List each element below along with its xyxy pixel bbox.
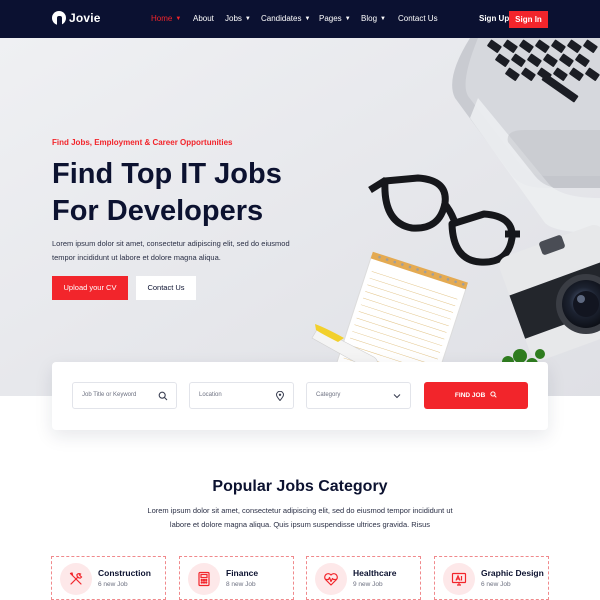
search-icon xyxy=(490,391,497,398)
find-job-button[interactable]: FIND JOB xyxy=(424,382,528,409)
category-card-graphic-design[interactable]: Graphic Design 6 new Job xyxy=(434,556,549,600)
category-count: 6 new Job xyxy=(98,581,128,588)
location-input[interactable]: Location xyxy=(189,382,294,409)
navbar: Jovie Home ▼ About Jobs ▼ Candidates ▼ Page… xyxy=(0,0,600,38)
nav-label: Blog xyxy=(361,14,378,23)
chevron-down-icon: ▼ xyxy=(244,16,251,22)
location-pin-icon xyxy=(275,391,285,401)
nav-label: Home xyxy=(151,14,173,23)
nav-label: About xyxy=(193,14,214,23)
keyword-placeholder: Job Title or Keyword xyxy=(82,392,137,398)
nav-item-contact[interactable]: Contact Us xyxy=(398,14,438,24)
category-count: 9 new Job xyxy=(353,581,383,588)
brand-logo[interactable]: Jovie xyxy=(52,11,101,25)
category-count: 8 new Job xyxy=(226,581,256,588)
hero-headline-line1: Find Top IT Jobs xyxy=(52,158,282,190)
hero-eyebrow: Find Jobs, Employment & Career Opportuni… xyxy=(52,138,233,147)
nav-label: Jobs xyxy=(225,14,242,23)
logo-icon xyxy=(52,11,66,25)
category-name: Finance xyxy=(226,568,259,578)
heart-pulse-icon xyxy=(324,573,338,586)
chevron-down-icon: ▼ xyxy=(304,16,311,22)
category-icon-badge xyxy=(443,563,475,595)
section-description: Lorem ipsum dolor sit amet, consectetur … xyxy=(147,506,453,529)
hero-headline-line2: For Developers xyxy=(52,195,264,227)
category-card-finance[interactable]: Finance 8 new Job xyxy=(179,556,294,600)
job-search-bar: Job Title or Keyword Location Category F… xyxy=(52,362,548,430)
category-card-construction[interactable]: Construction 6 new Job xyxy=(51,556,166,600)
category-name: Healthcare xyxy=(353,568,397,578)
nav-item-candidates[interactable]: Candidates ▼ xyxy=(261,14,310,24)
upload-cv-button[interactable]: Upload your CV xyxy=(52,276,128,300)
sign-in-button[interactable]: Sign In xyxy=(509,11,548,28)
category-card-healthcare[interactable]: Healthcare 9 new Job xyxy=(306,556,421,600)
location-placeholder: Location xyxy=(199,392,222,398)
nav-item-blog[interactable]: Blog ▼ xyxy=(361,14,386,24)
chevron-down-icon: ▼ xyxy=(175,16,182,22)
hero-headline: Find Top IT Jobs For Developers xyxy=(52,156,282,230)
sign-up-link[interactable]: Sign Up xyxy=(479,14,509,23)
nav-label: Candidates xyxy=(261,14,302,23)
chevron-down-icon: ▼ xyxy=(380,16,386,22)
design-monitor-icon xyxy=(451,572,467,586)
tools-icon xyxy=(69,572,83,585)
section-title: Popular Jobs Category xyxy=(212,478,388,495)
hero-description: Lorem ipsum dolor sit amet, consectetur … xyxy=(52,239,290,262)
chevron-down-icon: ▼ xyxy=(344,16,351,22)
nav-item-about[interactable]: About xyxy=(193,14,214,24)
category-icon-badge xyxy=(188,563,220,595)
category-name: Construction xyxy=(98,568,151,578)
search-icon xyxy=(158,391,168,401)
nav-item-pages[interactable]: Pages ▼ xyxy=(319,14,351,24)
find-job-label: FIND JOB xyxy=(454,392,486,399)
brand-name: Jovie xyxy=(69,11,101,25)
category-name: Graphic Design xyxy=(481,568,544,578)
category-icon-badge xyxy=(60,563,92,595)
calculator-icon xyxy=(198,571,210,587)
chevron-down-icon xyxy=(393,394,401,399)
nav-label: Pages xyxy=(319,14,342,23)
nav-item-home[interactable]: Home ▼ xyxy=(151,14,181,24)
nav-label: Contact Us xyxy=(398,14,438,23)
nav-item-jobs[interactable]: Jobs ▼ xyxy=(225,14,251,24)
hero-section: Find Jobs, Employment & Career Opportuni… xyxy=(0,38,600,396)
category-select[interactable]: Category xyxy=(306,382,411,409)
category-value: Category xyxy=(316,392,341,398)
category-count: 6 new Job xyxy=(481,581,511,588)
keyword-input[interactable]: Job Title or Keyword xyxy=(72,382,177,409)
contact-us-button[interactable]: Contact Us xyxy=(136,276,196,300)
category-icon-badge xyxy=(315,563,347,595)
